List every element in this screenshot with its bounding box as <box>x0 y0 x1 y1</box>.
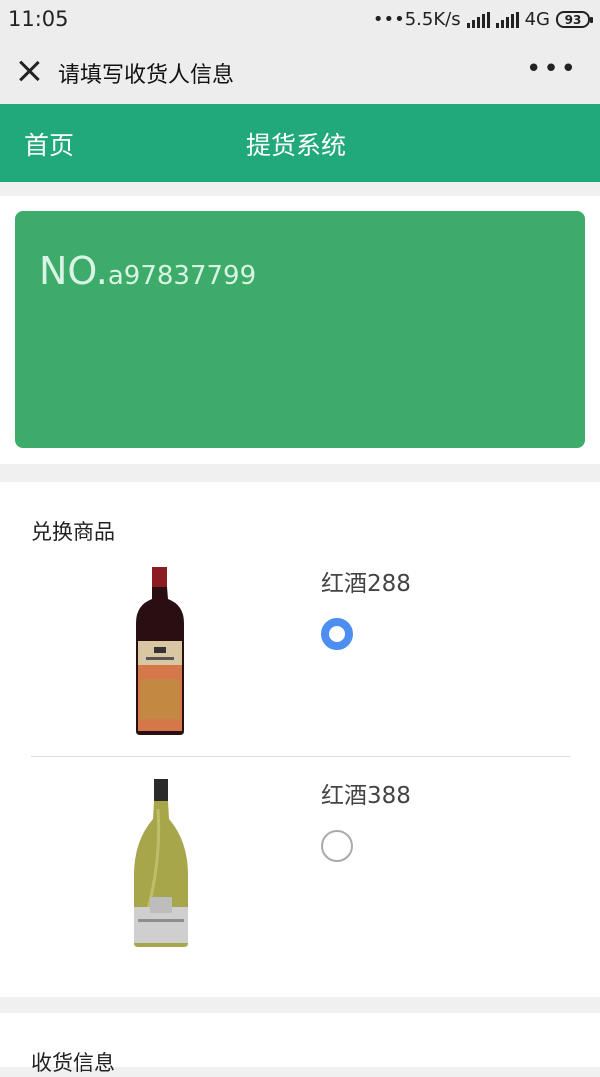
product-divider <box>31 756 570 757</box>
voucher-number-prefix: NO. <box>39 249 108 293</box>
red-wine-bottle-image <box>136 567 184 735</box>
network-type: 4G <box>524 9 550 30</box>
battery-icon: 93 <box>556 11 593 28</box>
card-section: NO.a97837799 <box>0 196 600 464</box>
voucher-card: NO.a97837799 <box>15 211 585 448</box>
products-section-title: 兑换商品 <box>31 520 115 544</box>
nav-pickup-system-link[interactable]: 提货系统 <box>246 126 346 162</box>
status-time: 11:05 <box>8 7 69 31</box>
signal-icon <box>466 11 490 28</box>
white-wine-bottle-image <box>134 779 188 947</box>
product-item[interactable]: 红酒288 <box>0 564 600 735</box>
voucher-code: a97837799 <box>107 261 257 291</box>
product-item[interactable]: 红酒388 <box>0 776 600 947</box>
nav-bar: 首页 提货系统 <box>0 104 600 182</box>
nav-home-link[interactable]: 首页 <box>24 126 74 162</box>
close-icon[interactable] <box>14 56 44 86</box>
product-radio[interactable] <box>321 830 353 862</box>
network-speed: •••5.5K/s <box>372 9 461 30</box>
voucher-number: NO.a97837799 <box>39 249 256 293</box>
product-name: 红酒388 <box>321 783 411 809</box>
page-title: 请填写收货人信息 <box>58 63 235 88</box>
products-section: 兑换商品 红酒288 红酒388 <box>0 482 600 997</box>
more-icon[interactable]: ••• <box>526 56 578 82</box>
product-radio[interactable] <box>321 618 353 650</box>
signal-icon <box>495 11 519 28</box>
receiver-section-title: 收货信息 <box>31 1051 115 1075</box>
receiver-section: 收货信息 <box>0 1013 600 1075</box>
product-name: 红酒288 <box>321 571 411 597</box>
status-bar: 11:05 •••5.5K/s 4G 93 <box>0 0 600 40</box>
status-indicators: •••5.5K/s 4G 93 <box>372 9 593 30</box>
title-bar: 请填写收货人信息 ••• <box>0 40 600 104</box>
